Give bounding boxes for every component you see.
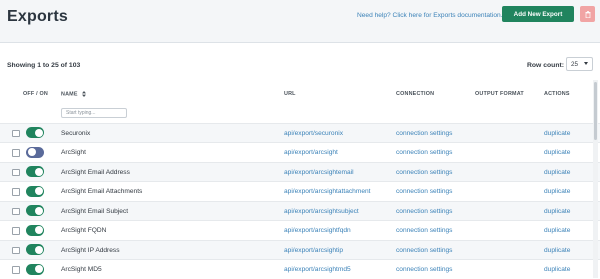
export-name: ArcSight IP Address [61,246,120,254]
toggle-knob [34,245,43,254]
connection-settings-link[interactable]: connection settings [396,130,452,137]
table-row: Securonix api/export/securonix connection … [0,122,600,142]
table-row: ArcSight Email Address api/export/arcsigh… [0,161,600,181]
export-url-link[interactable]: api/export/arcsightemail [284,169,354,176]
duplicate-link[interactable]: duplicate [544,188,570,195]
row-checkbox[interactable] [12,246,20,254]
page-title: Exports [7,8,68,25]
table-row: ArcSight Email Subject api/export/arcsigh… [0,200,600,220]
connection-settings-link[interactable]: connection settings [396,247,452,254]
sort-icon[interactable] [82,91,87,97]
row-count-select[interactable]: 25 [566,57,593,71]
row-checkbox[interactable] [12,207,20,215]
row-checkbox[interactable] [12,129,20,137]
column-header-output-format: OUTPUT FORMAT [475,91,524,97]
table-row: ArcSight api/export/arcsight connection se… [0,142,600,162]
page-header: Exports Need help? Click here for Export… [0,0,600,43]
toggle-knob [34,206,43,215]
enable-toggle[interactable] [26,127,44,138]
export-url-link[interactable]: api/export/arcsightmd5 [284,266,351,273]
documentation-link[interactable]: Need help? Click here for Exports docume… [357,12,503,19]
duplicate-link[interactable]: duplicate [544,149,570,156]
table-row: ArcSight MD5 api/export/arcsightmd5 connec… [0,259,600,279]
row-count-label: Row count: [527,62,564,69]
column-header-connection: CONNECTION [396,91,435,97]
enable-toggle[interactable] [26,224,44,236]
export-name: ArcSight Email Address [61,168,130,176]
export-name: ArcSight MD5 [61,266,102,273]
trash-icon [585,10,590,18]
export-name: ArcSight Email Subject [61,207,129,215]
duplicate-link[interactable]: duplicate [544,130,570,137]
export-name: ArcSight FQDN [61,227,107,234]
table-row: ArcSight IP Address api/export/arcsightip… [0,239,600,259]
toggle-knob [34,167,43,176]
export-url-link[interactable]: api/export/arcsight [284,149,338,156]
export-url-link[interactable]: api/export/arcsightattachment [284,188,371,195]
table-row: ArcSight FQDN api/export/arcsightfqdn conn… [0,220,600,240]
row-checkbox[interactable] [12,227,20,235]
connection-settings-link[interactable]: connection settings [396,208,452,215]
enable-toggle[interactable] [26,263,44,275]
enable-toggle[interactable] [26,146,44,158]
chevron-down-icon [584,62,588,65]
column-header-url: URL [284,91,296,97]
export-name: Securonix [61,129,91,137]
column-header-actions: ACTIONS [544,91,570,97]
row-checkbox[interactable] [12,149,20,157]
delete-button[interactable] [580,6,595,22]
name-filter-input[interactable]: Start typing... [61,108,127,118]
column-header-name[interactable]: NAME [61,91,87,98]
scrollbar-thumb[interactable] [594,82,597,140]
duplicate-link[interactable]: duplicate [544,247,570,254]
column-header-toggle: OFF / ON [23,91,48,97]
toggle-knob [27,148,36,156]
table-row: ArcSight Email Attachments api/export/arc… [0,181,600,201]
row-count-value: 25 [571,60,579,68]
enable-toggle[interactable] [26,185,44,197]
enable-toggle[interactable] [26,244,44,255]
connection-settings-link[interactable]: connection settings [396,169,452,176]
connection-settings-link[interactable]: connection settings [396,149,452,156]
toggle-knob [34,128,43,137]
add-new-export-button[interactable]: Add New Export [502,6,574,22]
column-header-name-label: NAME [61,91,78,98]
enable-toggle[interactable] [26,166,44,177]
connection-settings-link[interactable]: connection settings [396,188,452,195]
export-url-link[interactable]: api/export/arcsightsubject [284,208,359,215]
row-checkbox[interactable] [12,266,20,274]
toggle-knob [34,187,43,195]
row-checkbox[interactable] [12,168,20,176]
duplicate-link[interactable]: duplicate [544,227,570,234]
row-checkbox[interactable] [12,188,20,196]
toggle-knob [34,265,43,273]
toggle-knob [34,226,43,234]
connection-settings-link[interactable]: connection settings [396,266,452,273]
export-url-link[interactable]: api/export/arcsightfqdn [284,227,351,234]
duplicate-link[interactable]: duplicate [544,208,570,215]
duplicate-link[interactable]: duplicate [544,266,570,273]
duplicate-link[interactable]: duplicate [544,169,570,176]
export-name: ArcSight Email Attachments [61,188,143,195]
export-name: ArcSight [61,149,86,156]
connection-settings-link[interactable]: connection settings [396,227,452,234]
export-url-link[interactable]: api/export/arcsightip [284,247,343,254]
enable-toggle[interactable] [26,205,44,216]
export-url-link[interactable]: api/export/securonix [284,130,343,137]
results-summary: Showing 1 to 25 of 103 [7,62,81,69]
